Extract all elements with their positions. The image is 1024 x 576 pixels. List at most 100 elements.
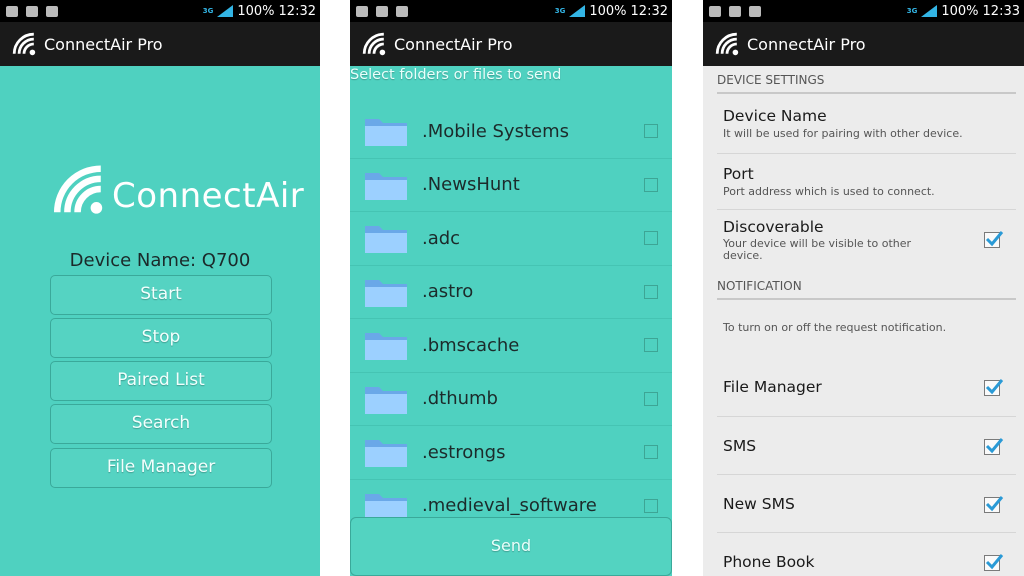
pref-sms-title: SMS [723, 437, 757, 455]
usb-icon [709, 5, 721, 17]
pref-phone-book-title: Phone Book [723, 553, 815, 571]
folder-name: .adc [422, 227, 461, 249]
folder-checkbox[interactable] [644, 231, 658, 246]
select-hint: Select folders or files to send [350, 67, 562, 83]
action-bar: ConnectAir Pro [703, 22, 1024, 66]
checkmark-icon [985, 496, 1004, 512]
folder-name: .bmscache [422, 334, 520, 356]
send-button[interactable]: Send [350, 517, 672, 576]
usb-icon [6, 5, 18, 17]
sms-checkbox[interactable] [984, 438, 1004, 455]
status-bar: 3G 100% 12:32 [0, 0, 320, 22]
settings-list: DEVICE SETTINGS Device Name It will be u… [703, 66, 1024, 576]
status-bar: 3G 100% 12:32 [350, 0, 672, 22]
folder-icon [365, 119, 407, 147]
pref-sms[interactable]: SMS [717, 417, 1016, 475]
pref-port[interactable]: Port Port address which is used to conne… [717, 154, 1016, 210]
folder-checkbox[interactable] [644, 284, 658, 299]
folder-name: .dthumb [422, 388, 498, 410]
new-sms-checkbox[interactable] [984, 496, 1004, 513]
logo-text: ConnectAir [112, 176, 305, 216]
folder-row[interactable]: .Mobile Systems [350, 105, 672, 159]
app-logo-icon[interactable] [713, 30, 741, 58]
app-title: ConnectAir Pro [747, 34, 866, 54]
folder-row[interactable]: .adc [350, 212, 672, 266]
phone-book-checkbox[interactable] [984, 554, 1004, 571]
folder-checkbox[interactable] [644, 177, 658, 192]
pref-device-name[interactable]: Device Name It will be used for pairing … [717, 96, 1016, 154]
folder-checkbox[interactable] [644, 498, 658, 513]
folder-name: .astro [422, 281, 474, 303]
folder-checkbox[interactable] [644, 445, 658, 460]
pref-device-name-title: Device Name [723, 107, 827, 125]
checkmark-icon [985, 438, 1004, 454]
pref-file-manager-title: File Manager [723, 378, 822, 396]
folder-icon [365, 386, 407, 414]
notification-header: NOTIFICATION [717, 279, 1016, 300]
pref-phone-book[interactable]: Phone Book [717, 533, 1016, 576]
paired-list-button[interactable]: Paired List [50, 361, 272, 401]
start-button[interactable]: Start [50, 275, 272, 315]
folder-checkbox[interactable] [644, 124, 658, 139]
android-icon [46, 5, 58, 17]
folder-icon [365, 172, 407, 200]
connectair-logo: ConnectAir [50, 160, 304, 218]
download-icon [26, 5, 38, 17]
pref-port-summary: Port address which is used to connect. [723, 185, 935, 198]
notification-summary: To turn on or off the request notificati… [723, 321, 947, 334]
clock: 12:33 [982, 3, 1020, 19]
folder-icon [365, 226, 407, 254]
discoverable-checkbox[interactable] [984, 231, 1004, 248]
file-manager-checkbox[interactable] [984, 379, 1004, 396]
clock: 12:32 [630, 3, 668, 19]
app-title: ConnectAir Pro [394, 34, 513, 54]
pref-new-sms[interactable]: New SMS [717, 475, 1016, 533]
battery-percent: 100% [237, 3, 275, 19]
pref-new-sms-title: New SMS [723, 495, 795, 513]
action-bar: ConnectAir Pro [350, 22, 672, 66]
status-bar: 3G 100% 12:33 [703, 0, 1024, 22]
folder-row[interactable]: .bmscache [350, 319, 672, 373]
app-title: ConnectAir Pro [44, 34, 163, 54]
folder-icon [365, 333, 407, 361]
signal-icon [921, 5, 938, 17]
pref-discoverable-title: Discoverable [723, 218, 824, 236]
network-type: 3G [906, 6, 918, 15]
usb-icon [356, 5, 368, 17]
signal-icon [217, 5, 234, 17]
pref-file-manager[interactable]: File Manager [717, 358, 1016, 417]
pref-port-title: Port [723, 165, 754, 183]
android-icon [749, 5, 761, 17]
checkmark-icon [985, 231, 1004, 247]
folder-name: .NewsHunt [422, 174, 520, 196]
screenshot-collage: 3G 100% 12:32 ConnectAir Pro ConnectAir … [0, 0, 1024, 576]
phone-file-picker: 3G 100% 12:32 ConnectAir Pro Select fold… [350, 0, 672, 576]
pref-discoverable-summary: Your device will be visible to other dev… [723, 237, 912, 262]
search-button[interactable]: Search [50, 404, 272, 444]
folder-row[interactable]: .astro [350, 266, 672, 319]
checkmark-icon [985, 379, 1004, 395]
file-manager-button[interactable]: File Manager [50, 448, 272, 488]
folder-row[interactable]: .estrongs [350, 426, 672, 480]
app-logo-icon[interactable] [360, 30, 388, 58]
folder-checkbox[interactable] [644, 338, 658, 353]
network-type: 3G [554, 6, 566, 15]
folder-name: .Mobile Systems [422, 120, 569, 142]
battery-percent: 100% [941, 3, 979, 19]
folder-name: .medieval_software [422, 495, 597, 517]
folder-row[interactable]: .dthumb [350, 373, 672, 426]
phone-home-screen: 3G 100% 12:32 ConnectAir Pro ConnectAir … [0, 0, 320, 576]
folder-row[interactable]: .NewsHunt [350, 159, 672, 212]
device-name-label: Device Name: Q700 [69, 250, 251, 271]
pref-discoverable[interactable]: Discoverable Your device will be visible… [717, 210, 1016, 268]
network-type: 3G [202, 6, 214, 15]
phone-settings: 3G 100% 12:33 ConnectAir Pro DEVICE SETT… [703, 0, 1024, 576]
stop-button[interactable]: Stop [50, 318, 272, 358]
signal-icon [569, 5, 586, 17]
action-bar: ConnectAir Pro [0, 22, 320, 66]
folder-name: .estrongs [422, 441, 506, 463]
clock: 12:32 [278, 3, 316, 19]
app-logo-icon[interactable] [10, 30, 38, 58]
folder-checkbox[interactable] [644, 391, 658, 406]
folder-icon [365, 440, 407, 468]
